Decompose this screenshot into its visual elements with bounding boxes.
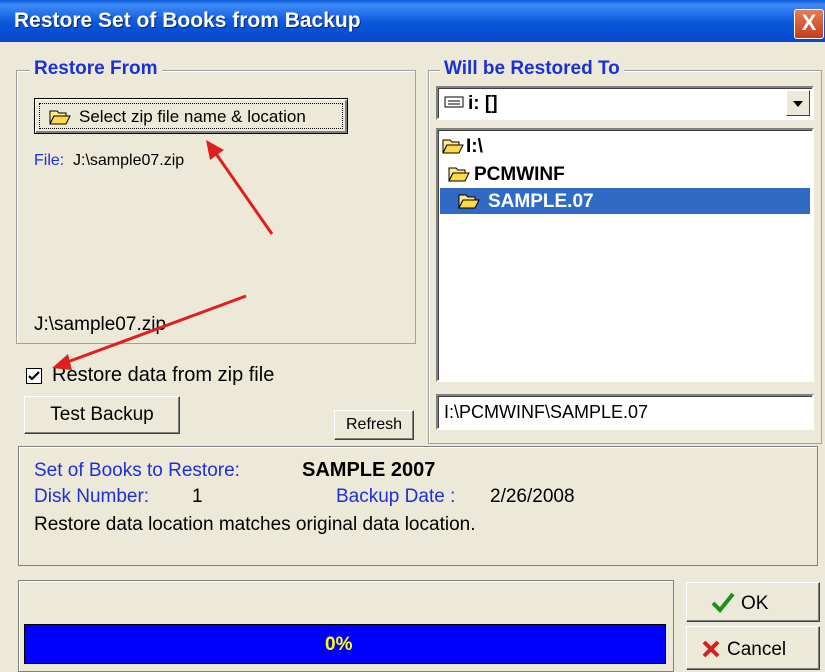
folder-label: I:\ bbox=[466, 136, 483, 157]
restore-path-field[interactable]: I:\PCMWINF\SAMPLE.07 bbox=[436, 394, 814, 430]
disk-number-label: Disk Number: bbox=[34, 486, 150, 507]
set-of-books-value: SAMPLE 2007 bbox=[302, 459, 436, 481]
restore-path-value: I:\PCMWINF\SAMPLE.07 bbox=[444, 402, 649, 422]
folder-item-sample07[interactable]: SAMPLE.07 bbox=[440, 188, 810, 214]
drive-select[interactable]: i: [] bbox=[436, 86, 814, 120]
drive-icon bbox=[444, 96, 464, 108]
folder-open-icon bbox=[458, 194, 480, 209]
folder-open-icon bbox=[442, 139, 464, 154]
progress-bar: 0% bbox=[24, 624, 666, 664]
restored-to-legend: Will be Restored To bbox=[440, 58, 624, 80]
x-icon bbox=[702, 640, 720, 658]
test-backup-label: Test Backup bbox=[50, 404, 154, 425]
folder-label: PCMWINF bbox=[474, 164, 565, 185]
folder-label: SAMPLE.07 bbox=[488, 191, 594, 212]
close-icon: X bbox=[801, 10, 817, 35]
close-button[interactable]: X bbox=[794, 9, 824, 39]
backup-date-label: Backup Date : bbox=[336, 486, 456, 507]
set-of-books-label: Set of Books to Restore: bbox=[34, 460, 240, 481]
chevron-down-icon bbox=[793, 101, 803, 107]
checkmark-icon bbox=[28, 371, 40, 381]
refresh-label: Refresh bbox=[345, 416, 403, 433]
restore-checkbox[interactable] bbox=[26, 368, 42, 384]
ok-button[interactable]: OK bbox=[686, 582, 820, 622]
progress-text: 0% bbox=[325, 634, 353, 655]
file-value: J:\sample07.zip bbox=[73, 152, 185, 169]
dropdown-button[interactable] bbox=[786, 90, 810, 116]
drive-value: i: [] bbox=[468, 93, 498, 114]
file-label: File: bbox=[34, 152, 65, 169]
zip-path-display: J:\sample07.zip bbox=[34, 314, 167, 335]
title-bar: Restore Set of Books from Backup X bbox=[0, 0, 825, 42]
refresh-button[interactable]: Refresh bbox=[334, 410, 414, 440]
backup-date-value: 2/26/2008 bbox=[490, 486, 575, 507]
test-backup-button[interactable]: Test Backup bbox=[24, 396, 180, 434]
checkmark-icon bbox=[711, 592, 735, 613]
cancel-label: Cancel bbox=[727, 639, 787, 660]
folder-open-icon bbox=[448, 167, 470, 182]
folder-open-icon bbox=[49, 110, 71, 125]
status-message: Restore data location matches original d… bbox=[34, 514, 476, 535]
restore-checkbox-label[interactable]: Restore data from zip file bbox=[52, 364, 274, 387]
ok-label: OK bbox=[741, 593, 769, 614]
restore-dialog: Restore Set of Books from Backup X Resto… bbox=[0, 0, 825, 672]
disk-number-value: 1 bbox=[192, 486, 203, 507]
select-zip-label: Select zip file name & location bbox=[79, 107, 306, 126]
select-zip-button[interactable]: Select zip file name & location bbox=[34, 98, 348, 134]
folder-tree[interactable]: I:\ PCMWINF SAMPLE.07 bbox=[436, 128, 814, 382]
restore-from-legend: Restore From bbox=[30, 58, 162, 80]
window-title: Restore Set of Books from Backup bbox=[14, 9, 361, 32]
cancel-button[interactable]: Cancel bbox=[686, 626, 820, 670]
